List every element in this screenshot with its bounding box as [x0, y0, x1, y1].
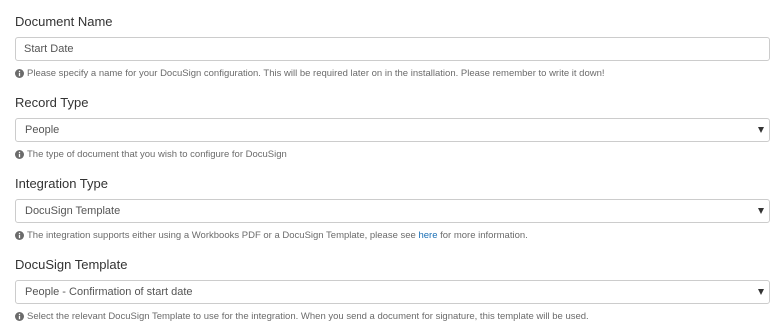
caret-down-icon: [758, 127, 764, 133]
record-type-group: Record Type People The type of document …: [15, 95, 770, 160]
info-circle-icon: [15, 69, 24, 78]
integration-type-selected-value: DocuSign Template: [25, 205, 121, 217]
caret-down-icon: [758, 289, 764, 295]
record-type-selected-value: People: [25, 124, 60, 136]
integration-type-label: Integration Type: [15, 176, 108, 191]
record-type-label: Record Type: [15, 95, 89, 110]
docusign-template-select[interactable]: People - Confirmation of start date: [15, 280, 770, 304]
document-name-help: Please specify a name for your DocuSign …: [15, 68, 605, 80]
integration-type-group: Integration Type DocuSign Template The i…: [15, 176, 770, 241]
integration-type-select[interactable]: DocuSign Template: [15, 199, 770, 223]
integration-type-help-link[interactable]: here: [418, 230, 437, 241]
document-name-input[interactable]: [16, 38, 764, 60]
document-name-help-text: Please specify a name for your DocuSign …: [27, 68, 605, 79]
docusign-template-help-text: Select the relevant DocuSign Template to…: [27, 311, 589, 322]
document-name-field-wrapper: [15, 37, 770, 61]
record-type-help: The type of document that you wish to co…: [15, 149, 287, 161]
document-name-group: Document Name Please specify a name for …: [15, 14, 770, 79]
info-circle-icon: [15, 150, 24, 159]
docusign-template-selected-value: People - Confirmation of start date: [25, 286, 193, 298]
docusign-template-label: DocuSign Template: [15, 257, 128, 272]
caret-down-icon: [758, 208, 764, 214]
docusign-template-group: DocuSign Template People - Confirmation …: [15, 257, 770, 322]
integration-type-help-text-before: The integration supports either using a …: [27, 230, 419, 241]
record-type-select[interactable]: People: [15, 118, 770, 142]
record-type-help-text: The type of document that you wish to co…: [27, 149, 287, 160]
integration-type-help: The integration supports either using a …: [15, 230, 528, 242]
document-name-label: Document Name: [15, 14, 113, 29]
docusign-template-help: Select the relevant DocuSign Template to…: [15, 311, 589, 323]
integration-type-help-text-after: for more information.: [437, 230, 528, 241]
info-circle-icon: [15, 231, 24, 240]
info-circle-icon: [15, 312, 24, 321]
